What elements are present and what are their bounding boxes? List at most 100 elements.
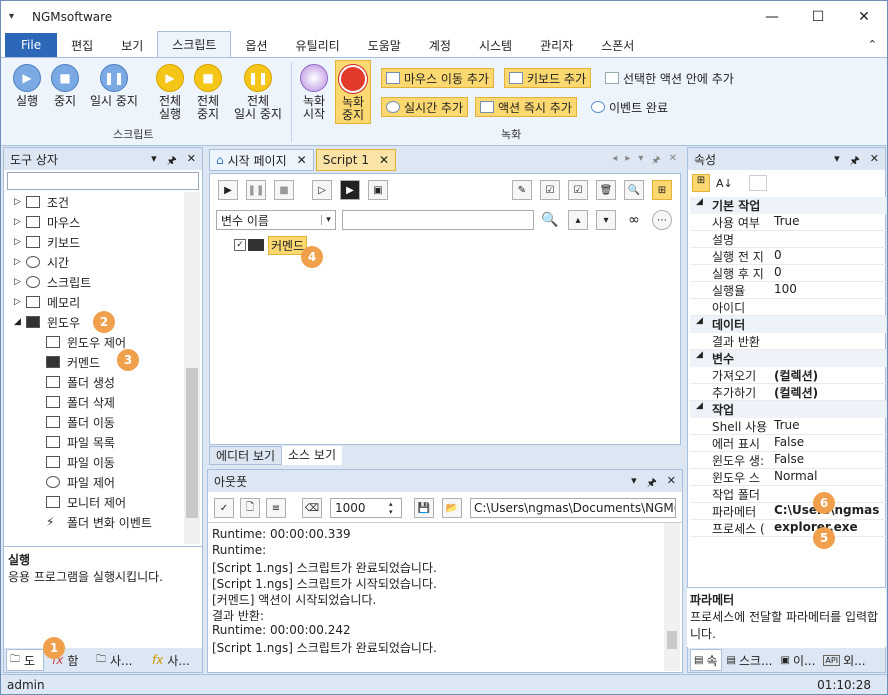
run-all-button[interactable]: ▶ 전체 실행: [151, 64, 189, 121]
tab-admin[interactable]: 관리자: [526, 33, 587, 57]
output-path-field[interactable]: C:\Users\ngmas\Documents\NGM6\: [470, 498, 676, 518]
property-row[interactable]: 실행 전 지 0: [690, 248, 886, 265]
line-count-stepper[interactable]: 1000 ▴ ▾: [330, 498, 402, 518]
tree-item-condition[interactable]: ▷ 조건: [14, 192, 69, 212]
tab-file[interactable]: File: [5, 33, 58, 57]
tab-scripts[interactable]: ▤ 스크...: [724, 649, 776, 671]
pause-all-button[interactable]: ❚❚ 전체 일시 중지: [229, 64, 287, 121]
close-tab-icon[interactable]: ✕: [297, 153, 307, 167]
tree-child-folder-create[interactable]: 폴더 생성: [46, 372, 115, 392]
tree-child-folder-event[interactable]: ⚡ 폴더 변화 이벤트: [46, 512, 152, 532]
step-over-button[interactable]: ▣: [368, 180, 388, 200]
add-in-action-button[interactable]: 선택한 액션 안에 추가: [601, 68, 738, 88]
editor-play-button[interactable]: ▶: [218, 180, 238, 200]
tree-child-folder-delete[interactable]: 폴더 삭제: [46, 392, 115, 412]
property-value[interactable]: False: [774, 435, 886, 449]
pin-icon[interactable]: 🖈: [850, 152, 860, 171]
tab-system[interactable]: 시스템: [465, 33, 526, 57]
tab-external[interactable]: API 외...: [820, 649, 868, 671]
property-row[interactable]: 가져오기 (컬렉션): [690, 367, 886, 384]
categorized-icon[interactable]: ⊞: [692, 174, 710, 192]
tab-start-page[interactable]: ⌂ 시작 페이지 ✕: [209, 149, 314, 171]
property-row[interactable]: Shell 사용 True: [690, 418, 886, 435]
collapse-icon[interactable]: ◢: [696, 316, 703, 326]
tab-editor-view[interactable]: 에디터 보기: [209, 445, 283, 465]
new-file-icon[interactable]: 🗋: [240, 498, 260, 518]
move-up-icon[interactable]: ▴: [568, 210, 588, 230]
tree-view-icon[interactable]: ⊞: [652, 180, 672, 200]
tab-script-1[interactable]: Script 1 ✕: [315, 149, 397, 171]
close-icon[interactable]: ✕: [870, 152, 879, 171]
tab-utility[interactable]: 유틸리티: [282, 33, 354, 57]
script-node-command[interactable]: ✓ 커멘드: [234, 235, 308, 255]
tab-source-view[interactable]: 소스 보기: [282, 445, 342, 465]
tab-user-2[interactable]: fx 사...: [146, 649, 202, 671]
tree-item-keyboard[interactable]: ▷ 키보드: [14, 232, 80, 252]
property-value[interactable]: False: [774, 452, 886, 466]
property-row[interactable]: 추가하기 (컬렉션): [690, 384, 886, 401]
tree-child-folder-move[interactable]: 폴더 이동: [46, 412, 115, 432]
property-value[interactable]: 100: [774, 282, 886, 296]
close-tab-icon[interactable]: ✕: [379, 153, 389, 167]
collapse-icon[interactable]: ◢: [696, 350, 703, 360]
add-realtime-button[interactable]: 실시간 추가: [381, 97, 469, 117]
property-pages-icon[interactable]: [748, 175, 767, 191]
collapse-icon[interactable]: ◢: [696, 197, 703, 207]
delete-icon[interactable]: 🗑: [596, 180, 616, 200]
tab-view[interactable]: 보기: [107, 33, 157, 57]
property-row[interactable]: 프로세스 (explorer.exe: [690, 520, 886, 537]
tab-script[interactable]: 스크립트: [157, 31, 232, 57]
tab-properties[interactable]: ▤ 속: [690, 649, 722, 671]
tab-edit[interactable]: 편집: [57, 33, 107, 57]
save-icon[interactable]: 💾: [414, 498, 434, 518]
tree-item-script[interactable]: ▷ 스크립트: [14, 272, 91, 292]
close-icon[interactable]: ✕: [187, 152, 196, 171]
property-value[interactable]: 0: [774, 248, 886, 262]
property-value[interactable]: 0: [774, 265, 886, 279]
system-menu-icon[interactable]: ▾: [9, 11, 14, 22]
list-icon[interactable]: ≡: [266, 498, 286, 518]
step-into-button[interactable]: ▶: [340, 180, 360, 200]
property-value[interactable]: True: [774, 418, 886, 432]
toolbox-search-input[interactable]: [7, 172, 199, 190]
editor-pause-button[interactable]: ❚❚: [246, 180, 266, 200]
run-button[interactable]: ▶ 실행: [7, 64, 47, 108]
next-tab-icon[interactable]: ▸: [625, 153, 630, 170]
tab-list-icon[interactable]: ▾: [638, 153, 643, 170]
property-value[interactable]: Normal: [774, 469, 886, 483]
property-row[interactable]: 윈도우 생: False: [690, 452, 886, 469]
property-row[interactable]: 실행 후 지 0: [690, 265, 886, 282]
stop-button[interactable]: ■ 중지: [45, 64, 85, 108]
pin-icon[interactable]: 🖈: [167, 152, 177, 171]
stop-all-button[interactable]: ■ 전체 중지: [189, 64, 227, 121]
editor-stop-button[interactable]: ■: [274, 180, 294, 200]
tree-child-file-control[interactable]: 파일 제어: [46, 472, 115, 492]
pin-icon[interactable]: 🖈: [647, 474, 657, 493]
tree-item-time[interactable]: ▷ 시간: [14, 252, 69, 272]
property-value[interactable]: True: [774, 214, 886, 228]
infinity-icon[interactable]: ∞: [624, 210, 644, 230]
close-icon[interactable]: ✕: [669, 153, 677, 170]
sort-alpha-icon[interactable]: A↓: [716, 177, 733, 190]
property-value[interactable]: (컬렉션): [774, 367, 886, 384]
property-row[interactable]: 설명: [690, 231, 886, 248]
event-done-button[interactable]: 이벤트 완료: [587, 97, 672, 117]
move-down-icon[interactable]: ▾: [596, 210, 616, 230]
collapse-icon[interactable]: ◢: [696, 401, 703, 411]
minimize-button[interactable]: —: [749, 1, 795, 32]
eraser-icon[interactable]: ⌫: [302, 498, 322, 518]
property-category[interactable]: ◢ 변수: [690, 350, 886, 367]
tree-child-file-move[interactable]: 파일 이동: [46, 452, 115, 472]
add-keyboard-button[interactable]: 키보드 추가: [504, 68, 592, 88]
prev-tab-icon[interactable]: ◂: [612, 153, 617, 170]
pause-button[interactable]: ❚❚ 일시 중지: [85, 64, 143, 108]
tab-sponsor[interactable]: 스폰서: [587, 33, 648, 57]
check-icon[interactable]: ☑: [568, 180, 588, 200]
add-action-now-button[interactable]: 액션 즉시 추가: [475, 97, 577, 117]
close-button[interactable]: ✕: [841, 1, 887, 32]
more-icon[interactable]: ⋯: [652, 210, 672, 230]
tree-item-mouse[interactable]: ▷ 마우스: [14, 212, 80, 232]
tree-item-window[interactable]: ◢ 윈도우: [14, 312, 80, 332]
tree-child-command[interactable]: 커멘드: [46, 352, 100, 372]
add-mouse-move-button[interactable]: 마우스 이동 추가: [381, 68, 494, 88]
